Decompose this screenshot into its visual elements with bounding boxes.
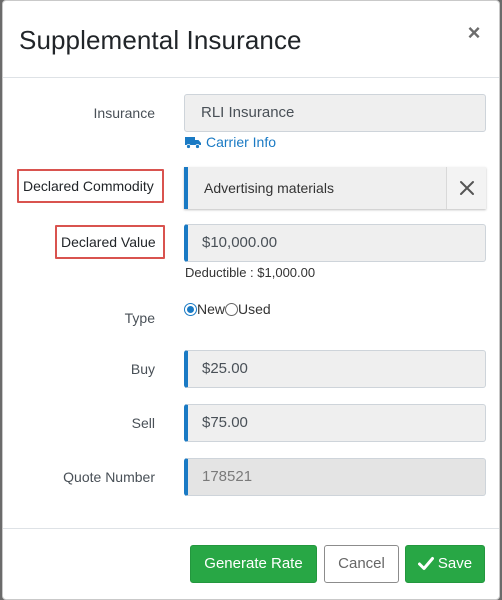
radio-used[interactable]: Used bbox=[225, 301, 271, 317]
dialog-footer: Generate Rate Cancel Save bbox=[3, 528, 499, 600]
radio-used-label: Used bbox=[238, 301, 271, 317]
sell-field[interactable]: $75.00 bbox=[184, 404, 486, 442]
commodity-select[interactable]: Advertising materials bbox=[184, 167, 486, 209]
radio-new-indicator[interactable] bbox=[184, 302, 197, 316]
sell-label: Sell bbox=[131, 415, 155, 431]
commodity-value: Advertising materials bbox=[204, 180, 334, 196]
close-icon[interactable] bbox=[446, 167, 486, 209]
buy-field[interactable]: $25.00 bbox=[184, 350, 486, 388]
declared-value-label: Declared Value bbox=[55, 225, 165, 259]
deductible-note: Deductible : $1,000.00 bbox=[185, 265, 316, 280]
radio-new[interactable]: New bbox=[184, 301, 225, 317]
dialog-header: Supplemental Insurance × bbox=[3, 1, 499, 78]
quote-number-field: 178521 bbox=[184, 458, 486, 496]
dialog-title: Supplemental Insurance bbox=[19, 25, 302, 55]
save-button[interactable]: Save bbox=[405, 545, 485, 583]
save-label: Save bbox=[437, 555, 473, 572]
insurance-field[interactable]: RLI Insurance bbox=[184, 94, 486, 132]
type-radio-group: New Used bbox=[184, 301, 271, 319]
quote-number-label: Quote Number bbox=[63, 469, 155, 485]
carrier-info-link[interactable]: Carrier Info bbox=[185, 134, 276, 152]
insurance-dialog: Supplemental Insurance × Insurance RLI I… bbox=[2, 0, 500, 600]
cancel-button[interactable]: Cancel bbox=[324, 545, 399, 583]
radio-used-indicator[interactable] bbox=[225, 302, 239, 316]
type-label: Type bbox=[124, 310, 155, 326]
declared-commodity-label: Declared Commodity bbox=[17, 169, 164, 203]
radio-new-label: New bbox=[197, 301, 226, 317]
buy-label: Buy bbox=[130, 361, 155, 377]
check-icon bbox=[417, 549, 434, 585]
generate-rate-button[interactable]: Generate Rate bbox=[190, 545, 317, 583]
declared-value-field[interactable]: $10,000.00 bbox=[184, 224, 486, 262]
truck-icon bbox=[185, 136, 202, 152]
close-icon[interactable]: × bbox=[465, 22, 483, 44]
insurance-label: Insurance bbox=[93, 105, 155, 121]
carrier-info-label: Carrier Info bbox=[206, 134, 277, 150]
